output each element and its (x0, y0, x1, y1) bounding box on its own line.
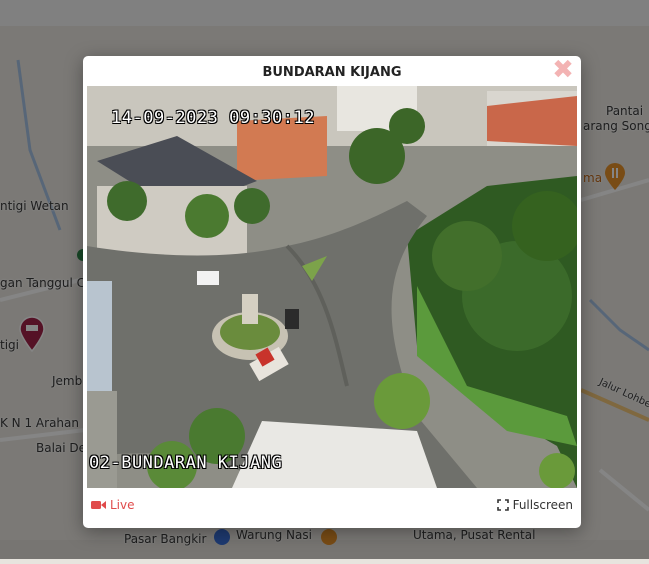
modal-title: BUNDARAN KIJANG (262, 65, 402, 80)
close-icon[interactable]: ✖ (552, 57, 574, 83)
camera-name-overlay: 02-BUNDARAN KIJANG (89, 453, 283, 473)
camera-timestamp: 14-09-2023 09:30:12 (111, 108, 315, 128)
live-button[interactable]: Live (91, 498, 135, 512)
camera-feed[interactable]: 14-09-2023 09:30:12 02-BUNDARAN KIJANG (87, 86, 577, 488)
fullscreen-icon (496, 499, 509, 511)
cctv-modal: BUNDARAN KIJANG ✖ 14-09-2023 09:30:12 02… (83, 56, 581, 528)
camera-scene-image (87, 86, 577, 488)
live-label: Live (110, 498, 135, 512)
fullscreen-button[interactable]: Fullscreen (496, 498, 573, 512)
video-camera-icon (91, 501, 106, 509)
fullscreen-label: Fullscreen (512, 498, 573, 512)
